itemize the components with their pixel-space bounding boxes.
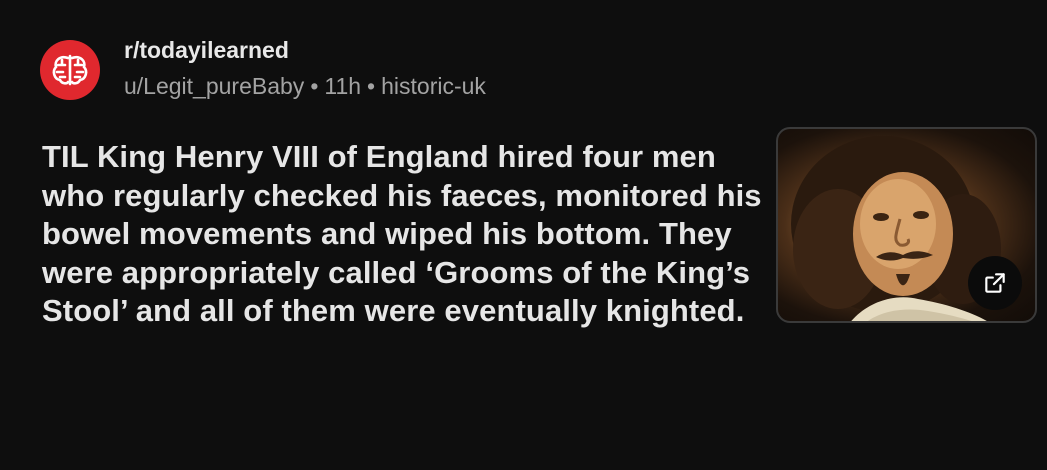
subreddit-avatar[interactable]: [40, 40, 100, 100]
post-title[interactable]: TIL King Henry VIII of England hired fou…: [42, 138, 762, 331]
post-header: r/todayilearned u/Legit_pureBaby • 11h •…: [124, 36, 486, 100]
meta-separator: •: [367, 73, 376, 99]
external-link-icon: [985, 273, 1005, 293]
subreddit-name[interactable]: r/todayilearned: [124, 36, 486, 64]
open-link-button[interactable]: [968, 256, 1022, 310]
post-age: 11h: [324, 73, 362, 99]
meta-separator: •: [310, 73, 319, 99]
brain-icon: [52, 54, 88, 86]
author-name[interactable]: u/Legit_pureBaby: [124, 72, 304, 100]
post-card[interactable]: r/todayilearned u/Legit_pureBaby • 11h •…: [0, 0, 1047, 470]
post-flair[interactable]: historic-uk: [381, 72, 486, 100]
post-meta: u/Legit_pureBaby • 11h • historic-uk: [124, 72, 486, 100]
